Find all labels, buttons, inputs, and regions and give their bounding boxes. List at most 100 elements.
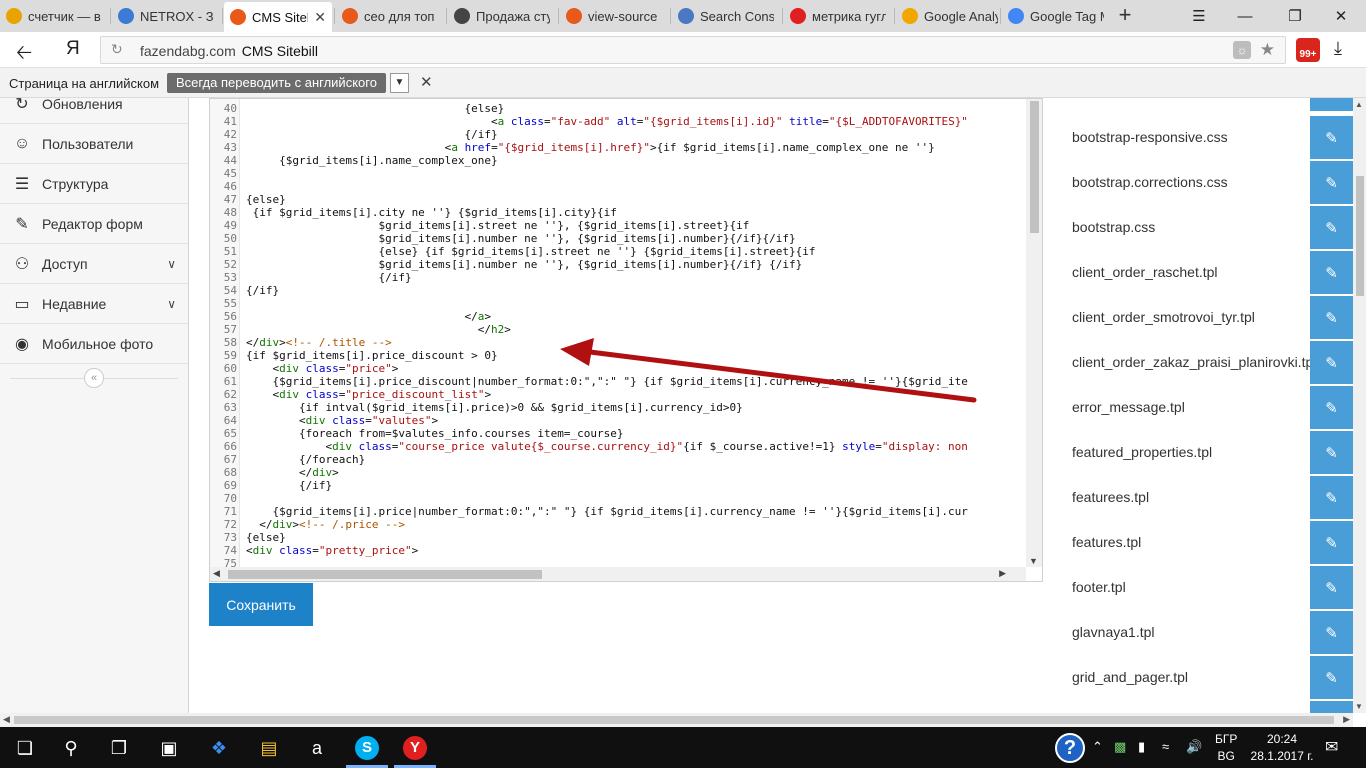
file-name[interactable]: bootstrap.css [1072,219,1155,235]
file-name[interactable]: client_order_raschet.tpl [1072,264,1218,280]
translate-options-chevron-icon[interactable]: ▼ [390,73,409,93]
tab-8[interactable]: метрика гугл [784,3,892,29]
file-name[interactable]: error_message.tpl [1072,399,1185,415]
pencil-icon[interactable]: ✎ [1310,656,1353,699]
scroll-down-icon[interactable]: ▼ [1029,556,1038,566]
close-tab-icon[interactable]: ✕ [314,9,326,26]
tab-1[interactable]: счетчик — в [0,3,108,29]
task-view-icon[interactable]: ❐ [104,733,134,763]
tab-7[interactable]: Search Consc [672,3,780,29]
store-icon[interactable]: ▣ [154,733,184,763]
sidebar-item-1[interactable]: ↻ Обновления [0,98,188,124]
pencil-icon[interactable]: ✎ [1310,611,1353,654]
file-explorer-icon[interactable]: ▤ [254,733,284,763]
battery-icon[interactable]: ▮ [1138,739,1145,755]
url-text[interactable]: fazendabg.com CMS Sitebill [140,43,318,59]
sidebar-item-2[interactable]: ☺ Пользователи [0,124,188,164]
chevron-down-icon[interactable]: ∨ [167,297,176,311]
tab-2[interactable]: NETROX - Зс [112,3,220,29]
scroll-right-icon[interactable]: ▶ [999,568,1006,579]
pencil-icon[interactable]: ✎ [1310,206,1353,249]
pencil-icon[interactable]: ✎ [1310,521,1353,564]
tabs-menu-icon[interactable]: ☰ [1176,0,1222,32]
sidebar-item-5[interactable]: ⚇ Доступ ∨ [0,244,188,284]
wifi-icon[interactable]: ≈ [1162,739,1169,754]
pencil-icon[interactable]: ✎ [1310,296,1353,339]
file-name[interactable]: features.tpl [1072,534,1141,550]
skype-icon[interactable]: S [355,736,379,760]
save-button[interactable]: Сохранить [209,583,313,626]
tab-3[interactable]: CMS Siteb ✕ [224,2,332,32]
editor-vertical-scrollbar[interactable]: ▼ [1026,99,1042,567]
amazon-icon[interactable]: a [302,733,332,763]
pencil-icon[interactable]: ✎ [1310,431,1353,474]
tab-10[interactable]: Google Tag M [1002,3,1110,29]
always-translate-button[interactable]: Всегда переводить с английского [167,73,386,93]
page-vertical-scrollbar[interactable]: ▲ ▼ [1353,98,1366,713]
page-vertical-thumb[interactable] [1356,176,1364,296]
sidebar-item-7[interactable]: ◉ Мобильное фото [0,324,188,364]
pencil-icon[interactable]: ✎ [1310,386,1353,429]
volume-icon[interactable]: 🔊 [1186,739,1202,755]
translate-globe-icon[interactable]: ☼ [1233,41,1251,59]
restore-button[interactable]: ❐ [1272,0,1318,32]
help-icon[interactable]: ? [1055,733,1085,763]
reload-icon[interactable]: ↻ [111,41,123,58]
editor-vertical-thumb[interactable] [1030,101,1039,233]
tab-5[interactable]: Продажа сту [448,3,556,29]
editor-horizontal-thumb[interactable] [228,570,542,579]
pencil-icon[interactable]: ✎ [1310,566,1353,609]
yandex-logo[interactable]: Я [66,38,80,60]
system-clock[interactable]: 20:24 28.1.2017 г. [1250,731,1314,765]
bookmark-star-icon[interactable]: ★ [1260,40,1275,60]
sidebar-item-3[interactable]: ☰ Структура [0,164,188,204]
code-editor[interactable]: 40 {else} 41 <a class="fav-add" alt="{$gr… [209,98,1043,582]
collapse-sidebar-icon[interactable]: « [84,368,104,388]
pencil-icon[interactable]: ✎ [1310,116,1353,159]
tab-9[interactable]: Google Analy [896,3,1004,29]
tab-6[interactable]: view-source [560,3,668,29]
file-name[interactable]: bootstrap-responsive.css [1072,129,1228,145]
file-name[interactable]: featurees.tpl [1072,489,1149,505]
close-window-button[interactable]: ✕ [1318,0,1364,32]
minimize-button[interactable]: — [1222,0,1268,32]
file-name[interactable]: client_order_zakaz_praisi_planirovki.tpl [1072,354,1316,370]
notifications-icon[interactable]: ✉ [1325,737,1338,757]
url-field[interactable]: ↻ fazendabg.com CMS Sitebill ☼ ★ [100,36,1286,64]
translate-close-icon[interactable]: ✕ [420,73,433,91]
extension-badge-icon[interactable]: 99+ [1296,38,1320,62]
code-content[interactable]: 40 {else} 41 <a class="fav-add" alt="{$gr… [210,99,1026,567]
sidebar-item-4[interactable]: ✎ Редактор форм [0,204,188,244]
back-button[interactable]: 🡠 [16,38,32,72]
downloads-icon[interactable]: ⤓ [1334,38,1342,59]
scroll-right-icon[interactable]: ▶ [1343,714,1350,725]
sidebar-item-6[interactable]: ▭ Недавние ∨ [0,284,188,324]
yandex-browser-icon[interactable]: Y [403,736,427,760]
input-language[interactable]: БГР BG [1215,731,1237,765]
file-name[interactable]: glavnaya1.tpl [1072,624,1155,640]
pencil-icon[interactable]: ✎ [1310,251,1353,294]
pencil-icon[interactable]: ✎ [1310,161,1353,204]
chevron-down-icon[interactable]: ∨ [167,257,176,271]
tab-4[interactable]: сео для топ [336,3,444,29]
scroll-left-icon[interactable]: ◀ [213,568,220,579]
network-app-icon[interactable]: ▩ [1114,739,1126,755]
pencil-icon[interactable]: ✎ [1310,341,1353,384]
show-hidden-icons-chevron-icon[interactable]: ⌃ [1092,739,1103,755]
editor-horizontal-scrollbar[interactable]: ◀ ▶ [210,567,1026,581]
dropbox-icon[interactable]: ❖ [204,733,234,763]
windows-start-icon[interactable]: ❏ [10,733,40,763]
new-tab-button[interactable]: + [1113,3,1137,29]
scroll-down-icon[interactable]: ▼ [1355,702,1363,711]
scroll-left-icon[interactable]: ◀ [3,714,10,725]
page-horizontal-thumb[interactable] [14,716,1334,724]
pencil-icon[interactable]: ✎ [1310,476,1353,519]
file-name[interactable]: client_order_smotrovoi_tyr.tpl [1072,309,1255,325]
pencil-icon[interactable]: ✎ [1310,701,1353,713]
file-name[interactable]: grid_and_pager.tpl [1072,669,1188,685]
file-name[interactable]: footer.tpl [1072,579,1126,595]
search-icon[interactable]: ⚲ [56,733,86,763]
edit-file-button[interactable]: ✎ [1310,98,1353,111]
page-horizontal-scrollbar[interactable]: ◀ ▶ [0,713,1353,727]
file-name[interactable]: featured_properties.tpl [1072,444,1212,460]
